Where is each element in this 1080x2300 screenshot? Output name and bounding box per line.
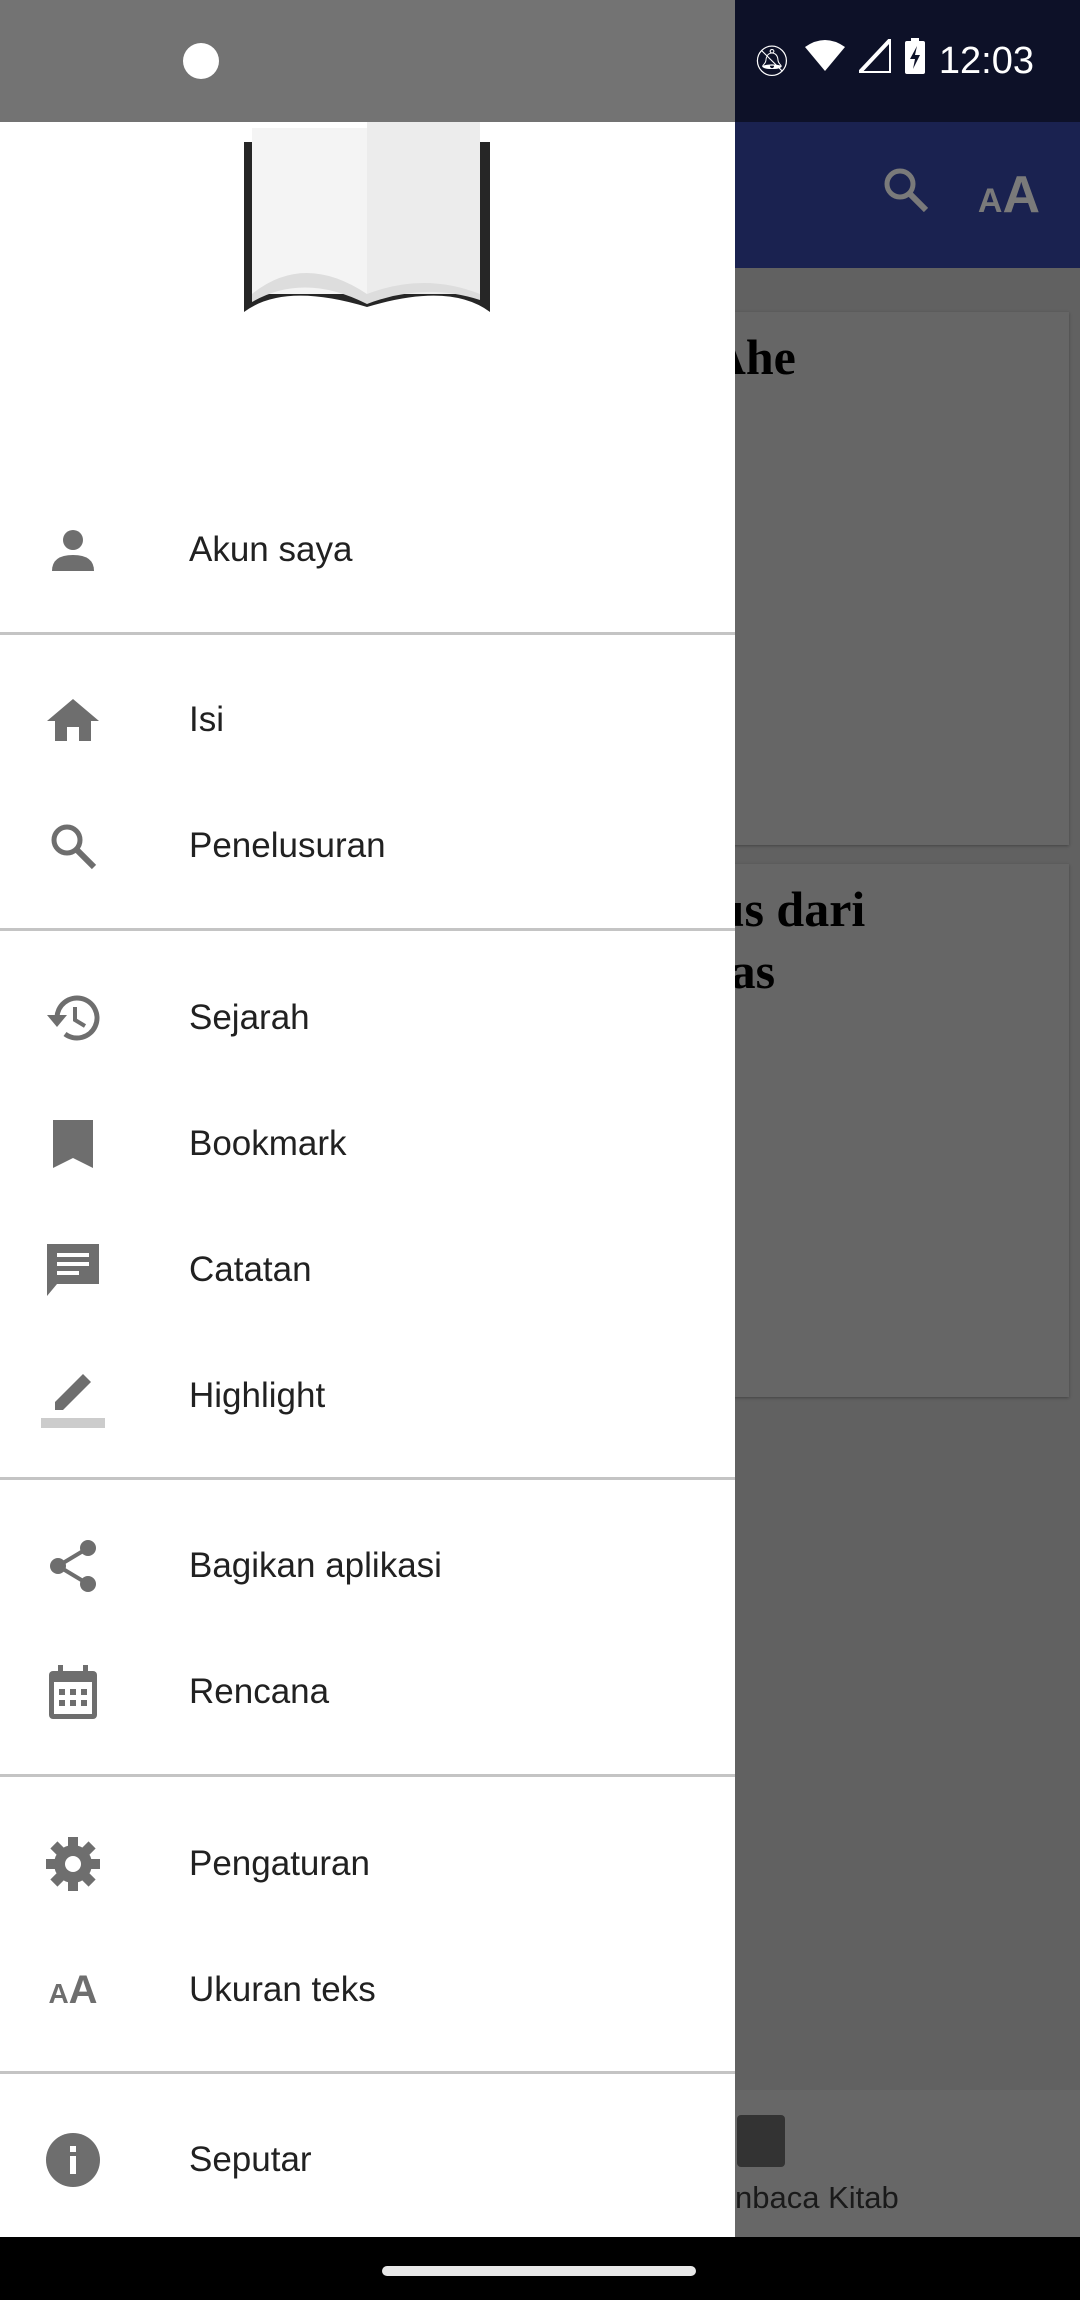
person-icon [0,527,146,573]
divider [0,632,735,635]
search-icon[interactable] [882,165,928,225]
divider [0,1477,735,1480]
menu-item-bookmark[interactable]: Bookmark [0,1081,735,1207]
bottom-nav-label: nbaca Kitab [735,2180,899,2215]
content-card[interactable]: o Ahe in [695,312,1069,845]
menu-item-label: Seputar [189,2140,312,2179]
open-book-icon [244,122,490,312]
status-bar-left [0,0,735,122]
menu-item-highlight[interactable]: Highlight [0,1333,735,1459]
menu-item-label: Penelusuran [189,826,386,865]
clock: 12:03 [938,39,1034,82]
menu-item-catatan[interactable]: Catatan [0,1207,735,1333]
text-size-icon: AA [48,1967,98,2012]
card-title: esus dari ukas [695,881,866,999]
status-bar: 🔕︎ 12:03 [735,0,1080,122]
menu-item-label: Highlight [189,1376,326,1415]
menu-item-penelusuran[interactable]: Penelusuran [0,783,735,909]
drawer-header [0,122,735,482]
menu-item-label: Catatan [189,1250,312,1289]
menu-item-pengaturan[interactable]: Pengaturan [0,1801,735,1927]
divider [0,2071,735,2074]
menu-item-label: Pengaturan [189,1844,370,1883]
content-card[interactable]: esus dari ukas [695,864,1069,1397]
content-list: o Ahe in esus dari ukas [695,268,1080,2090]
menu-item-ukuran-teks[interactable]: AA Ukuran teks [0,1927,735,2053]
menu-item-bagikan-aplikasi[interactable]: Bagikan aplikasi [0,1503,735,1629]
gear-icon [0,1837,146,1891]
menu-item-akun-saya[interactable]: Akun saya [0,487,735,613]
search-icon [0,822,146,870]
menu-item-label: Ukuran teks [189,1970,376,2009]
history-icon [0,993,146,1043]
menu-item-label: Sejarah [189,998,310,1037]
menu-item-seputar[interactable]: Seputar [0,2097,735,2223]
menu-item-label: Akun saya [189,530,353,569]
share-icon [0,1539,146,1593]
menu-item-sejarah[interactable]: Sejarah [0,955,735,1081]
home-icon [0,697,146,743]
menu-item-label: Isi [189,700,224,739]
note-icon [0,1244,146,1296]
battery-charging-icon [904,38,925,84]
divider [0,928,735,931]
bottom-nav: nbaca Kitab [735,2090,1080,2237]
text-size-icon[interactable]: AA [978,165,1040,225]
menu-item-rencana[interactable]: Rencana [0,1629,735,1755]
divider [0,1774,735,1777]
home-gesture-handle[interactable] [382,2266,696,2276]
navigation-drawer: Akun saya Isi Penelusuran Sejarah Bookmark Ca… [0,0,735,2237]
app-notification-icon [183,43,219,79]
highlight-icon [0,1364,146,1428]
app-bar: AA [735,122,1080,268]
menu-item-label: Rencana [189,1672,330,1711]
calendar-icon [0,1665,146,1719]
bookmark-icon [0,1120,146,1168]
info-icon [0,2133,146,2187]
signal-icon [854,33,893,83]
calendar-icon [737,2115,785,2167]
menu-item-isi[interactable]: Isi [0,657,735,783]
menu-item-label: Bagikan aplikasi [189,1546,442,1585]
menu-item-label: Bookmark [189,1124,347,1163]
bell-off-icon: 🔕︎ [752,44,791,78]
wifi-icon [804,39,845,83]
card-title: o Ahe in [695,329,796,447]
